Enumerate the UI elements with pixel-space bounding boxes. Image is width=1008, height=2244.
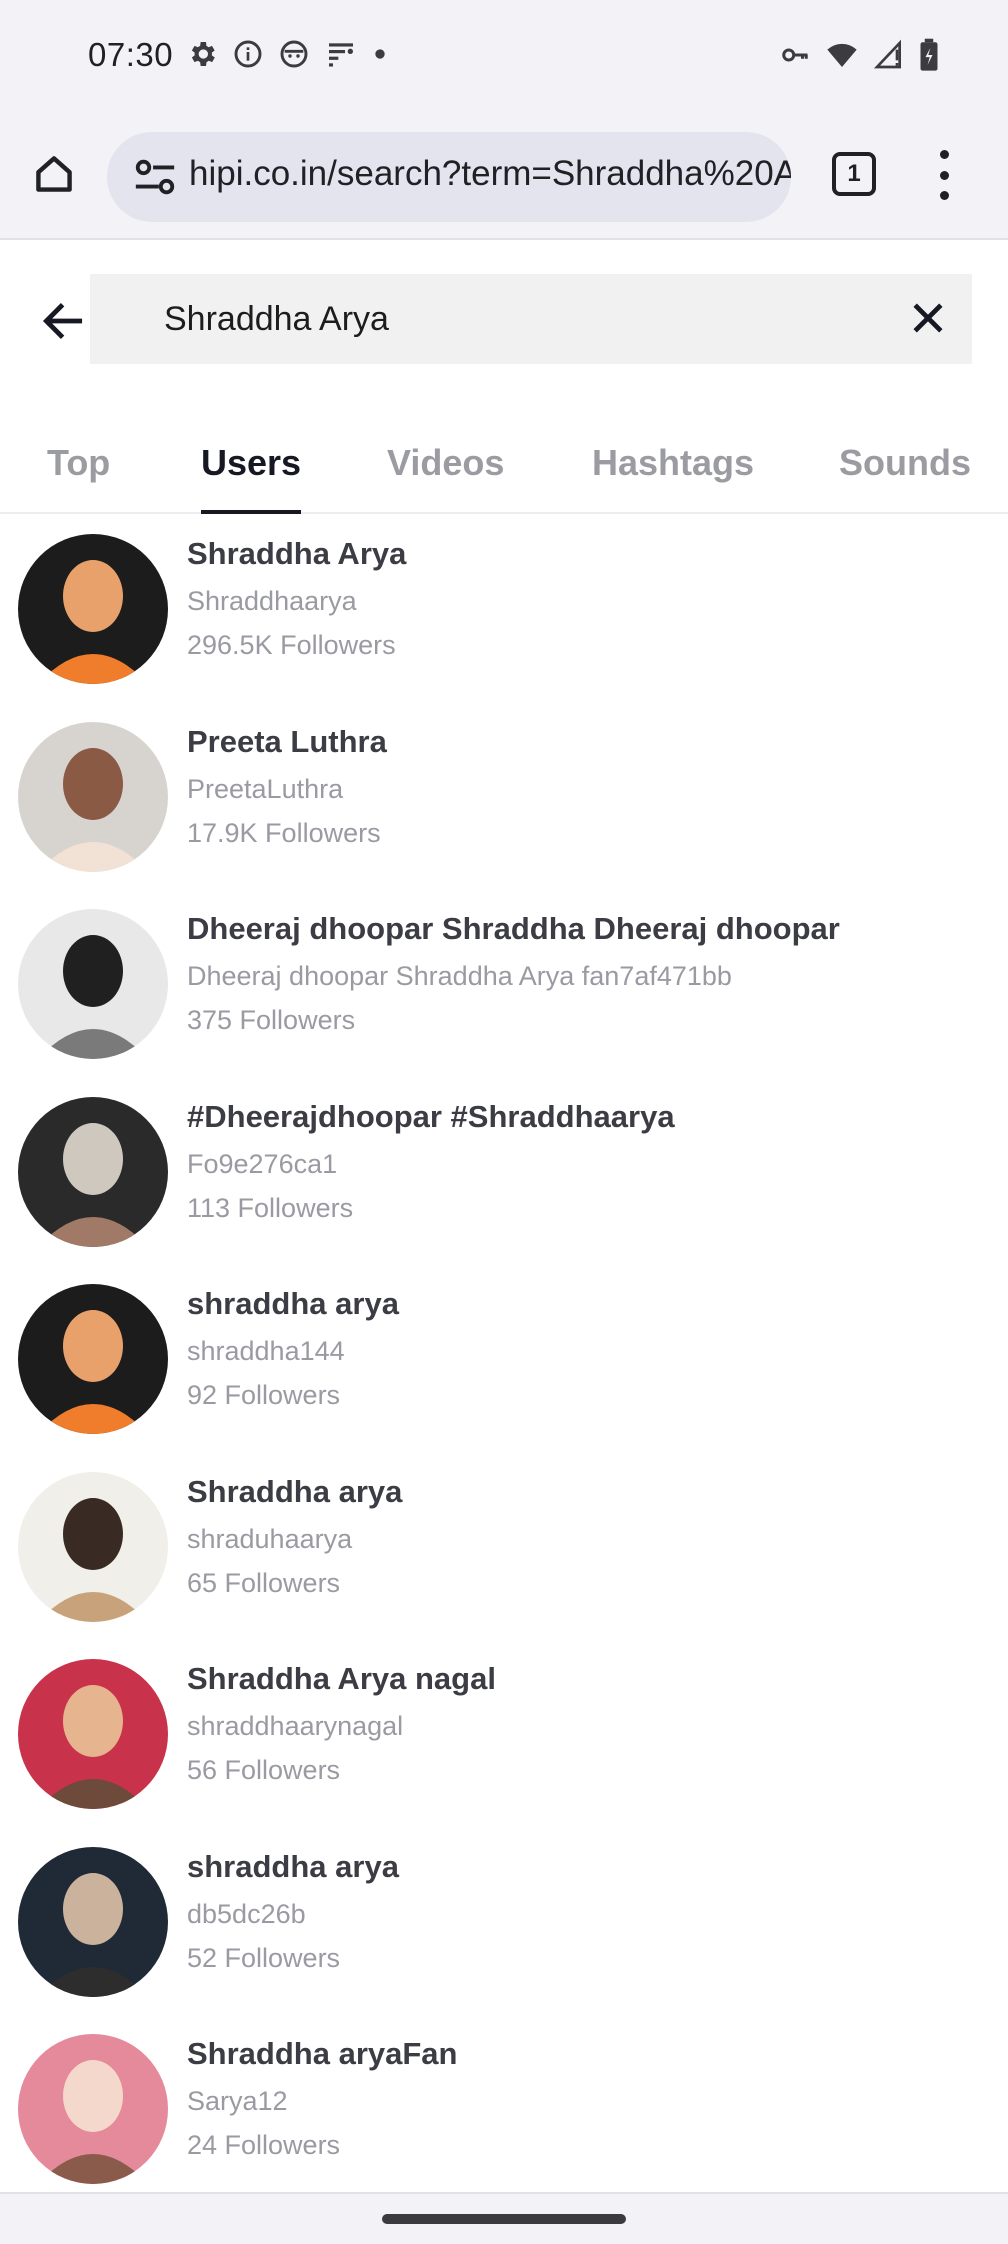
dot-icon	[375, 49, 385, 59]
tab-top[interactable]: Top	[47, 432, 110, 512]
user-follower-count: 113 Followers	[187, 1192, 354, 1223]
user-handle: shraddha144	[187, 1336, 345, 1366]
user-follower-count: 24 Followers	[187, 2130, 341, 2160]
browser-menu-button[interactable]	[930, 150, 958, 200]
user-follower-count: 17.9K Followers	[187, 817, 381, 848]
tab-sounds[interactable]: Sounds	[839, 432, 971, 512]
user-follower-count: 375 Followers	[187, 1005, 356, 1035]
avatar[interactable]	[18, 1846, 168, 1997]
avatar[interactable]	[18, 534, 168, 684]
back-arrow-icon[interactable]	[38, 296, 88, 346]
url-text: hipi.co.in/search?term=Shraddha%20Arya	[189, 154, 791, 193]
menu-dot	[939, 150, 949, 159]
user-display-name[interactable]: Shraddha Arya	[187, 536, 406, 572]
face-icon	[280, 40, 308, 68]
user-follower-count: 52 Followers	[187, 1942, 341, 1973]
user-handle: Fo9e276ca1	[187, 1148, 338, 1179]
user-handle: Sarya12	[187, 2086, 288, 2116]
user-display-name[interactable]: #Dheerajdhoopar #Shraddhaarya	[187, 1099, 675, 1135]
tab-users[interactable]: Users	[201, 432, 302, 514]
avatar[interactable]	[18, 2034, 168, 2184]
avatar[interactable]	[18, 1096, 168, 1247]
user-result-item[interactable]: Shraddha arya shraduhaarya 65 Followers	[0, 1454, 1008, 1641]
tab-hashtags[interactable]: Hashtags	[592, 432, 754, 512]
site-settings-icon[interactable]	[131, 154, 179, 200]
avatar-image	[18, 1846, 168, 1997]
user-result-item[interactable]: shraddha arya shraddha144 92 Followers	[0, 1266, 1008, 1453]
user-display-name[interactable]: Shraddha arya	[187, 1474, 402, 1510]
avatar-image	[18, 909, 168, 1059]
avatar-image	[18, 1471, 168, 1622]
home-icon	[36, 156, 72, 192]
tab-videos[interactable]: Videos	[387, 432, 504, 512]
info-icon	[234, 40, 262, 68]
avatar-image	[18, 1659, 168, 1809]
user-handle: PreetaLuthra	[187, 773, 344, 804]
user-result-item[interactable]: Preeta Luthra PreetaLuthra 17.9K Followers	[0, 704, 1008, 891]
home-button[interactable]	[28, 148, 80, 200]
user-display-name[interactable]: Preeta Luthra	[187, 724, 387, 760]
user-handle: Dheeraj dhoopar Shraddha Arya fan7af471b…	[187, 961, 732, 991]
avatar[interactable]	[18, 1471, 168, 1622]
avatar[interactable]	[18, 1659, 168, 1809]
search-tabs: Top Users Videos Hashtags Sounds	[0, 432, 1008, 514]
status-bar: 07:30	[0, 0, 1008, 110]
search-input[interactable]	[162, 274, 862, 364]
signal-icon	[873, 39, 901, 69]
user-result-item[interactable]: Shraddha Arya nagal shraddhaarynagal 56 Fo…	[0, 1641, 1008, 1828]
gear-icon	[191, 42, 215, 66]
avatar-image	[18, 721, 168, 872]
menu-dot	[939, 170, 949, 180]
avatar-image	[18, 1096, 168, 1247]
user-follower-count: 92 Followers	[187, 1380, 341, 1410]
battery-icon	[920, 38, 938, 71]
user-display-name[interactable]: shraddha arya	[187, 1286, 399, 1322]
avatar-image	[18, 1284, 168, 1434]
user-result-item[interactable]: shraddha arya db5dc26b 52 Followers	[0, 1829, 1008, 2016]
status-icons-left	[186, 38, 388, 70]
address-bar[interactable]: hipi.co.in/search?term=Shraddha%20Arya	[107, 132, 791, 222]
page-content: Top Users Videos Hashtags Sounds Shraddh…	[0, 240, 1008, 2192]
user-result-item[interactable]: Dheeraj dhoopar Shraddha Dheeraj dhoopar…	[0, 891, 1008, 1078]
menu-dot	[939, 191, 949, 200]
user-handle: shraduhaarya	[187, 1523, 353, 1554]
user-display-name[interactable]: shraddha arya	[187, 1849, 399, 1885]
user-handle: shraddhaarynagal	[187, 1711, 404, 1741]
key-icon	[782, 48, 808, 62]
avatar[interactable]	[18, 909, 168, 1059]
user-display-name[interactable]: Dheeraj dhoopar Shraddha Dheeraj dhoopar	[187, 911, 840, 947]
search-row	[0, 274, 1008, 366]
user-result-item[interactable]: #Dheerajdhoopar #Shraddhaarya Fo9e276ca1 1…	[0, 1079, 1008, 1266]
user-handle: Shraddhaarya	[187, 586, 357, 616]
tab-switcher-button[interactable]: 1	[832, 152, 876, 196]
cast-icon	[329, 43, 353, 67]
system-navigation-bar	[0, 2192, 1008, 2244]
user-display-name[interactable]: Shraddha aryaFan	[187, 2036, 457, 2072]
browser-toolbar: hipi.co.in/search?term=Shraddha%20Arya 1	[0, 110, 1008, 240]
gesture-handle[interactable]	[382, 2214, 626, 2224]
user-handle: db5dc26b	[187, 1898, 306, 1929]
status-icons-right	[778, 38, 940, 72]
user-follower-count: 65 Followers	[187, 1567, 341, 1598]
user-follower-count: 56 Followers	[187, 1755, 341, 1785]
user-result-item[interactable]: Shraddha aryaFan Sarya12 24 Followers	[0, 2016, 1008, 2203]
clear-icon[interactable]	[906, 296, 950, 340]
user-result-item[interactable]: Shraddha Arya Shraddhaarya 296.5K Follower…	[0, 516, 1008, 703]
avatar[interactable]	[18, 1284, 168, 1434]
wifi-icon	[827, 43, 857, 67]
status-time: 07:30	[88, 36, 174, 73]
avatar-image	[18, 2034, 168, 2184]
user-follower-count: 296.5K Followers	[187, 630, 396, 660]
avatar-image	[18, 534, 168, 684]
search-field	[90, 274, 972, 364]
avatar[interactable]	[18, 721, 168, 872]
user-display-name[interactable]: Shraddha Arya nagal	[187, 1661, 496, 1697]
